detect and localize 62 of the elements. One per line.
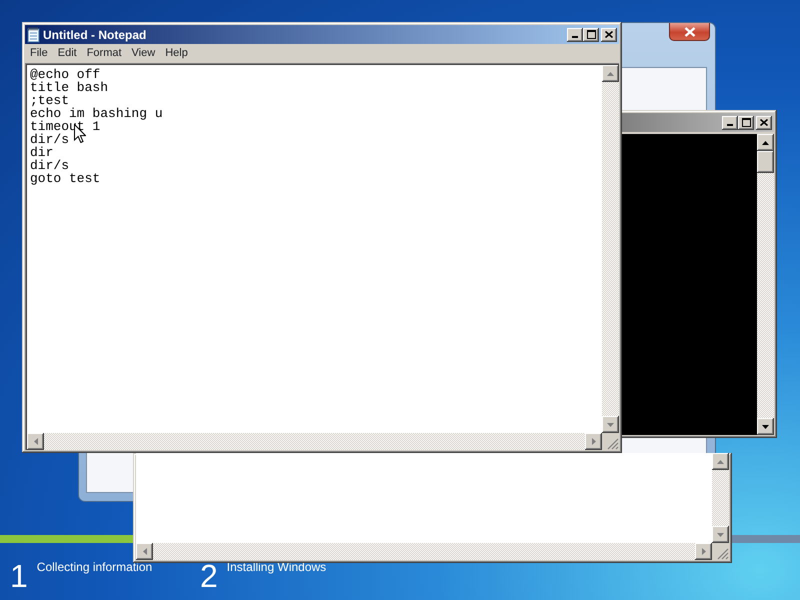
scroll-right-button[interactable] (695, 543, 712, 560)
step-number: 2 (200, 557, 218, 596)
maximize-icon (586, 30, 596, 39)
menu-item[interactable]: Help (160, 45, 193, 62)
scroll-thumb[interactable] (757, 151, 774, 173)
text-line: title bash (30, 81, 108, 94)
triangle-up-icon (607, 72, 614, 76)
scroll-down-button[interactable] (757, 418, 774, 435)
text-line: dir (30, 146, 54, 159)
scroll-up-button[interactable] (757, 134, 774, 151)
text-line: echo im bashing u (30, 107, 163, 120)
text-line: dir/s (30, 133, 70, 146)
vertical-scrollbar[interactable] (712, 453, 729, 543)
menu-item[interactable]: View (126, 45, 160, 62)
step-label: Collecting information (36, 559, 152, 576)
maximize-button[interactable] (738, 116, 754, 130)
triangle-down-icon (607, 422, 614, 426)
maximize-icon (742, 118, 750, 127)
text-line: dir/s (30, 159, 70, 172)
scroll-down-button[interactable] (712, 526, 729, 543)
text-line: ;test (30, 94, 70, 107)
close-icon (760, 119, 768, 126)
triangle-left-icon (34, 438, 38, 445)
scroll-right-button[interactable] (585, 433, 602, 450)
scroll-left-button[interactable] (27, 433, 44, 450)
grip-lines-icon (607, 438, 619, 450)
triangle-right-icon (592, 438, 596, 445)
size-grip[interactable] (712, 543, 729, 560)
horizontal-scrollbar[interactable] (136, 543, 712, 560)
triangle-left-icon (142, 548, 146, 555)
step-label: Installing Windows (226, 559, 326, 576)
close-icon (684, 26, 696, 36)
text-line: @echo off (30, 68, 100, 81)
notepad-icon (27, 26, 40, 42)
vertical-scrollbar[interactable] (757, 134, 774, 435)
triangle-up-icon (717, 460, 724, 464)
minimize-button[interactable] (567, 28, 583, 42)
menu-item[interactable]: File (25, 45, 53, 62)
scroll-down-button[interactable] (602, 416, 619, 433)
scroll-up-button[interactable] (602, 65, 619, 82)
close-button[interactable] (669, 23, 710, 41)
text-line: goto test (30, 172, 100, 185)
triangle-up-icon (762, 140, 769, 144)
close-icon (605, 31, 613, 38)
triangle-down-icon (762, 424, 769, 428)
vertical-scrollbar[interactable] (602, 65, 619, 433)
close-button[interactable] (756, 116, 772, 130)
progress-track (731, 535, 800, 543)
step-number: 1 (10, 557, 28, 596)
triangle-down-icon (717, 532, 724, 536)
scroll-left-button[interactable] (136, 543, 153, 560)
triangle-right-icon (702, 548, 706, 555)
menu-item[interactable]: Format (82, 45, 127, 62)
maximize-button[interactable] (583, 28, 599, 42)
close-button[interactable] (601, 28, 617, 42)
size-grip[interactable] (602, 433, 619, 450)
scroll-up-button[interactable] (712, 453, 729, 470)
horizontal-scrollbar[interactable] (27, 433, 602, 450)
minimize-button[interactable] (722, 116, 738, 130)
menu-item[interactable]: Edit (52, 45, 82, 62)
grip-lines-icon (717, 548, 729, 560)
window-title: Untitled - Notepad (43, 26, 146, 44)
